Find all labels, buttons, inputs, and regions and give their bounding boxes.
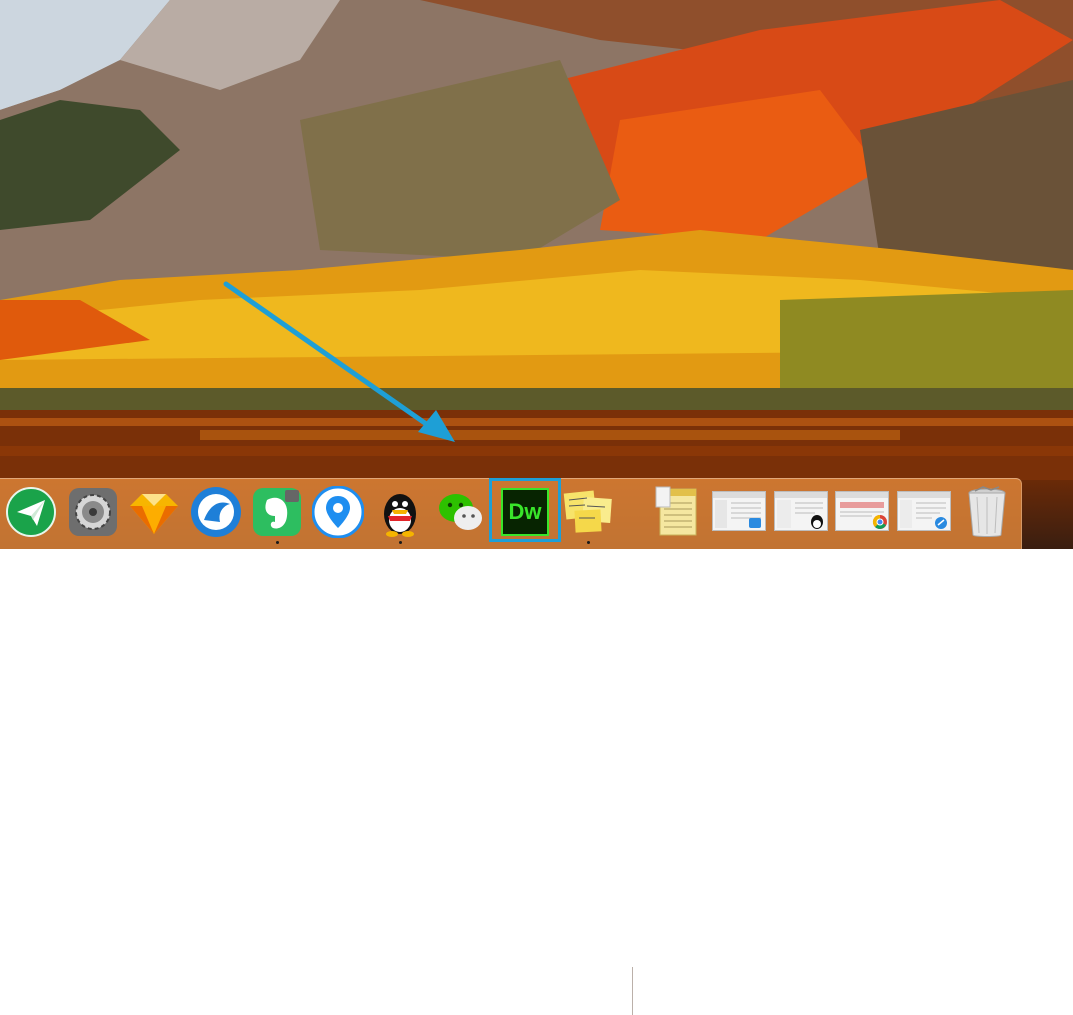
running-indicator [586, 541, 590, 544]
dock-window-chrome[interactable] [835, 491, 889, 531]
penguin-icon [384, 494, 416, 537]
dock-item-qq[interactable] [373, 485, 427, 544]
chat-bubbles-icon [439, 494, 482, 530]
location-pin-icon [312, 486, 364, 538]
notepad-icon [655, 486, 697, 536]
dock-item-wechat[interactable] [434, 485, 488, 539]
dock-window-qq[interactable] [774, 491, 828, 531]
dock-item-stickies[interactable] [561, 485, 615, 544]
diamond-icon [130, 494, 178, 534]
window-thumbnail-icon [836, 492, 888, 529]
window-thumbnail-icon [898, 492, 950, 529]
dock-window-finder[interactable] [712, 491, 766, 531]
elephant-icon [253, 488, 301, 536]
dock-window-app-store[interactable] [897, 491, 951, 531]
running-indicator [275, 541, 279, 544]
window-thumbnail-icon [713, 492, 765, 528]
dock-item-maps[interactable] [311, 485, 365, 539]
mountain-landscape [0, 0, 1073, 480]
sticky-notes-icon [563, 490, 612, 533]
dock-item-sketch[interactable] [127, 485, 181, 539]
dock-item-system-preferences[interactable] [66, 485, 120, 539]
dock-separator [632, 967, 633, 1015]
paper-plane-icon [6, 487, 56, 537]
trash-icon [968, 486, 1006, 537]
dock-item-evernote[interactable] [250, 485, 304, 544]
wave-icon [191, 487, 241, 537]
dock-item-trash[interactable] [960, 485, 1014, 539]
dock-item-airmail[interactable] [4, 485, 58, 539]
dock-item-browser[interactable] [189, 485, 243, 539]
window-thumbnail-icon [775, 492, 827, 529]
dock-item-textedit[interactable] [650, 485, 704, 539]
desktop-wallpaper [0, 0, 1073, 549]
running-indicator [398, 541, 402, 544]
gear-icon [69, 488, 117, 536]
selected-highlight [489, 478, 561, 542]
